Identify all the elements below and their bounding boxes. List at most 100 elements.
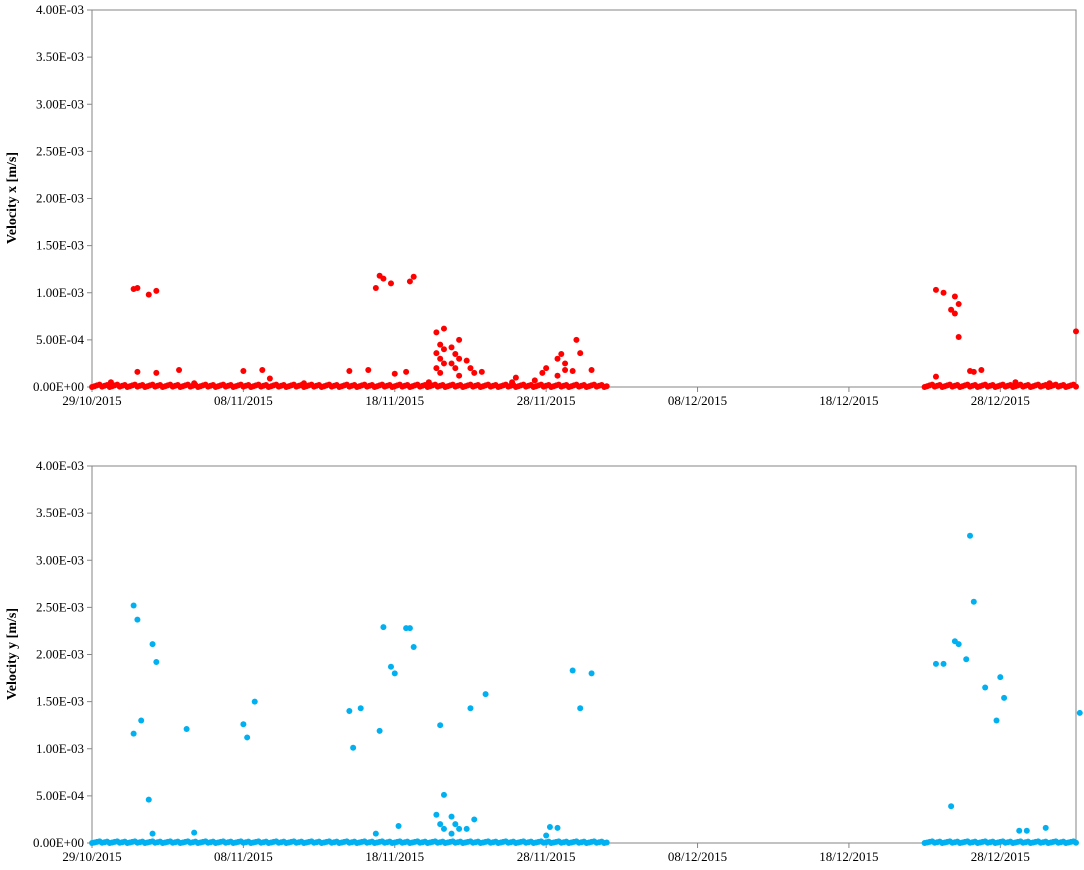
- data-point: [437, 341, 444, 348]
- data-point: [406, 625, 413, 632]
- data-point: [463, 357, 470, 364]
- data-point: [145, 796, 152, 803]
- data-point: [130, 602, 137, 609]
- data-point: [963, 656, 970, 663]
- x-tick-label: 08/11/2015: [214, 849, 273, 864]
- data-point: [940, 289, 947, 296]
- y-tick-label: 2.00E-03: [36, 191, 84, 206]
- data-point: [452, 821, 459, 828]
- data-point: [562, 367, 569, 374]
- data-point: [539, 369, 546, 376]
- data-point: [437, 355, 444, 362]
- data-point: [478, 368, 485, 375]
- x-tick-label: 08/11/2015: [214, 393, 273, 408]
- x-tick-label: 28/11/2015: [517, 393, 576, 408]
- data-point: [240, 367, 247, 374]
- data-point: [346, 367, 353, 374]
- data-point: [240, 721, 247, 728]
- y-tick-label: 5.00E-04: [36, 332, 85, 347]
- data-point: [452, 351, 459, 358]
- data-point: [244, 734, 251, 741]
- data-point: [440, 346, 447, 353]
- data-point: [391, 370, 398, 377]
- y-axis-title: Velocity x [m/s]: [5, 152, 20, 244]
- data-point: [259, 367, 266, 374]
- data-point: [440, 825, 447, 832]
- data-point: [456, 825, 463, 832]
- data-point: [433, 365, 440, 372]
- x-tick-label: 18/12/2015: [819, 849, 878, 864]
- data-point: [554, 824, 561, 831]
- data-point: [191, 829, 198, 836]
- data-point: [433, 329, 440, 336]
- data-point: [1073, 839, 1079, 846]
- data-point: [437, 369, 444, 376]
- data-point: [1016, 827, 1023, 834]
- data-point: [543, 832, 550, 839]
- x-tick-label: 29/10/2015: [62, 393, 121, 408]
- data-point: [577, 705, 584, 712]
- velocity-x-chart: Velocity x [m/s] 0.00E+00 5.00E-04 1.00E-0…: [5, 2, 1079, 408]
- data-point: [266, 375, 273, 382]
- y-tick-label: 3.00E-03: [36, 96, 84, 111]
- data-point: [107, 379, 114, 386]
- y-tick-label: 1.00E-03: [36, 285, 84, 300]
- data-point: [1073, 328, 1079, 335]
- x-tick-label: 08/12/2015: [668, 849, 727, 864]
- data-point: [350, 744, 357, 751]
- data-point: [1076, 709, 1083, 716]
- y-tick-label: 3.50E-03: [36, 49, 84, 64]
- data-point: [603, 839, 610, 846]
- data-point: [955, 301, 962, 308]
- data-point: [1046, 380, 1053, 387]
- data-point: [425, 379, 432, 386]
- data-point: [948, 803, 955, 810]
- data-point: [558, 351, 565, 358]
- x-tick-label: 18/12/2015: [819, 393, 878, 408]
- data-point: [433, 811, 440, 818]
- data-series: [89, 532, 1083, 846]
- y-axis-title: Velocity y [m/s]: [5, 608, 20, 700]
- data-point: [1042, 824, 1049, 831]
- data-point: [467, 365, 474, 372]
- data-point: [932, 373, 939, 380]
- data-point: [577, 350, 584, 357]
- data-point: [509, 379, 516, 386]
- data-point: [978, 367, 985, 374]
- data-point: [554, 372, 561, 379]
- data-point: [573, 336, 580, 343]
- data-point: [134, 285, 141, 292]
- data-point: [387, 663, 394, 670]
- data-point: [1012, 379, 1019, 386]
- data-point: [300, 380, 307, 387]
- data-point: [191, 380, 198, 387]
- data-point: [993, 717, 1000, 724]
- data-point: [588, 670, 595, 677]
- data-point: [982, 684, 989, 691]
- data-point: [569, 667, 576, 674]
- data-point: [380, 624, 387, 631]
- data-point: [1023, 827, 1030, 834]
- data-point: [543, 365, 550, 372]
- data-point: [406, 278, 413, 285]
- data-point: [997, 674, 1004, 681]
- data-point: [967, 532, 974, 539]
- data-point: [932, 286, 939, 293]
- data-point: [440, 325, 447, 332]
- data-point: [403, 368, 410, 375]
- data-point: [380, 275, 387, 282]
- data-point: [134, 368, 141, 375]
- velocity-y-chart: Velocity y [m/s] 0.00E+00 5.00E-04 1.00E-0…: [5, 458, 1083, 864]
- data-point: [448, 830, 455, 837]
- data-point: [456, 372, 463, 379]
- y-tick-label: 1.00E-03: [36, 741, 84, 756]
- data-point: [153, 659, 160, 666]
- data-point: [149, 641, 156, 648]
- x-tick-label: 29/10/2015: [62, 849, 121, 864]
- data-point: [176, 367, 183, 374]
- data-point: [951, 310, 958, 317]
- plot-area-border: [91, 465, 1077, 844]
- x-tick-label: 18/11/2015: [365, 393, 424, 408]
- y-tick-label: 3.50E-03: [36, 505, 84, 520]
- data-point: [346, 708, 353, 715]
